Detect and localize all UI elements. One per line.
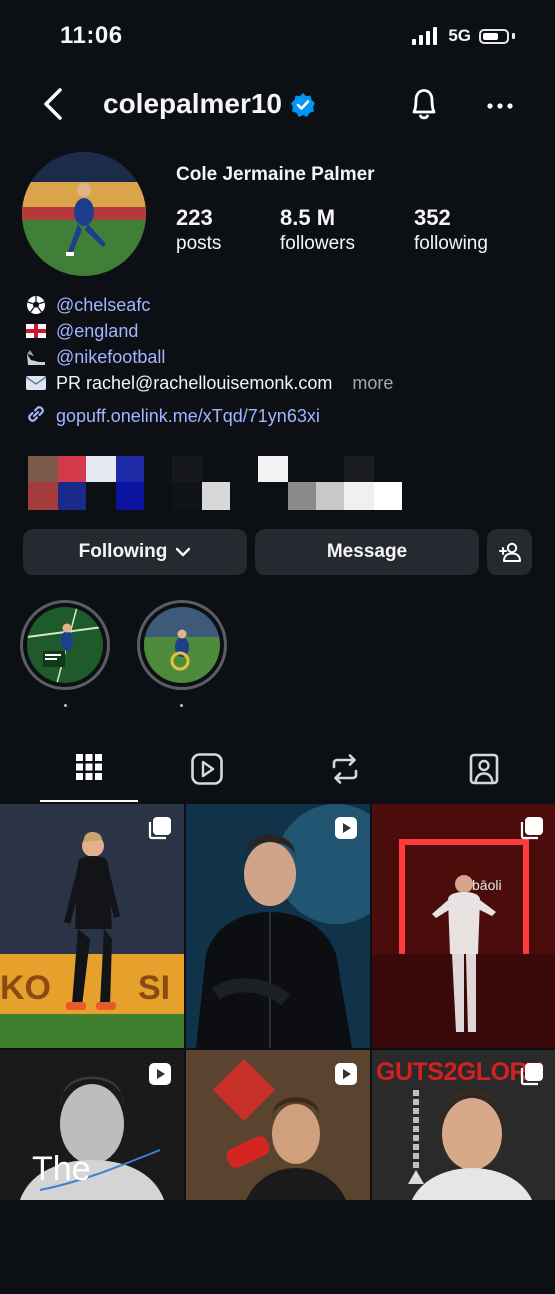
- signal-icon: [412, 27, 438, 45]
- posts-stat[interactable]: 223 posts: [176, 205, 221, 255]
- verified-badge-icon: [290, 92, 316, 123]
- reel-icon: [148, 1062, 172, 1091]
- carousel-icon: [148, 816, 172, 845]
- tab-posts-grid[interactable]: [40, 752, 138, 802]
- story-highlight-2[interactable]: [137, 600, 227, 690]
- status-time: 11:06: [60, 22, 123, 49]
- grid-icon: [74, 752, 104, 787]
- tab-reposts[interactable]: [296, 752, 394, 800]
- back-arrow-icon[interactable]: [40, 84, 68, 129]
- reel-icon: [334, 816, 358, 845]
- story-highlight-1[interactable]: [20, 600, 110, 690]
- status-bar: 11:06 5G: [0, 0, 555, 70]
- bio-line-nike: @nikefootball: [24, 344, 393, 370]
- svg-text:SI: SI: [138, 969, 170, 1007]
- followers-label: followers: [280, 233, 355, 254]
- highlight-thumbnail-2: [144, 607, 220, 683]
- profile-tabs: [0, 748, 555, 804]
- bio-mention-chelsea[interactable]: @chelseafc: [56, 292, 150, 318]
- tab-tagged[interactable]: [435, 752, 533, 800]
- following-button[interactable]: Following: [23, 529, 247, 575]
- post-thumbnail-5[interactable]: [186, 1050, 370, 1294]
- highlight-title-1: [64, 704, 67, 707]
- bio-external-link[interactable]: gopuff.onelink.me/xTqd/71yn63xi: [24, 402, 320, 431]
- post-thumbnail-1[interactable]: KO SI: [0, 804, 184, 1048]
- post-thumbnail-2[interactable]: [186, 804, 370, 1048]
- add-person-icon: [498, 541, 522, 563]
- profile-header: colepalmer10: [0, 80, 555, 130]
- bio: @chelseafc @england @nikefootball PR rac…: [24, 292, 393, 396]
- england-flag-icon: [24, 324, 48, 338]
- posts-label: posts: [176, 233, 222, 254]
- following-label: following: [414, 233, 488, 254]
- carousel-icon: [520, 1062, 544, 1091]
- bio-line-chelsea: @chelseafc: [24, 292, 393, 318]
- bio-line-england: @england: [24, 318, 393, 344]
- sneaker-icon: [24, 348, 48, 366]
- highlight-title-2: [180, 704, 183, 707]
- post-4-overlay-text: The: [32, 1150, 91, 1188]
- following-stat[interactable]: 352 following: [414, 205, 488, 255]
- full-name: Cole Jermaine Palmer: [176, 164, 375, 185]
- svg-text:KO: KO: [0, 969, 51, 1007]
- notification-bell-icon[interactable]: [408, 84, 440, 129]
- soccer-ball-icon: [24, 295, 48, 315]
- message-label: Message: [326, 541, 408, 562]
- post-thumbnail-3[interactable]: bāoli: [372, 804, 555, 1048]
- reposts-icon: [328, 752, 362, 791]
- link-icon: [24, 402, 48, 431]
- tab-reels[interactable]: [158, 752, 256, 800]
- header-username: colepalmer10: [103, 88, 282, 119]
- bio-more-link[interactable]: more: [352, 370, 393, 396]
- bio-link-text: gopuff.onelink.me/xTqd/71yn63xi: [56, 406, 320, 426]
- network-label: 5G: [448, 26, 471, 45]
- post-thumbnail-4[interactable]: The: [0, 1050, 184, 1294]
- bio-mention-nike[interactable]: @nikefootball: [56, 344, 165, 370]
- chevron-down-icon: [175, 546, 191, 558]
- following-count: 352: [414, 205, 451, 230]
- battery-icon: [479, 28, 509, 44]
- post-6-overlay-text: GUTS2GLORY: [376, 1058, 543, 1086]
- followers-count: 8.5 M: [280, 205, 336, 230]
- status-icons: 5G: [412, 26, 515, 46]
- tagged-icon: [467, 752, 501, 791]
- more-options-icon[interactable]: [485, 86, 515, 127]
- suggested-users-button[interactable]: [487, 529, 532, 575]
- post-thumbnail-6[interactable]: GUTS2GLORY: [372, 1050, 555, 1294]
- bio-mention-england[interactable]: @england: [56, 318, 138, 344]
- posts-count: 223: [176, 205, 213, 230]
- followers-stat[interactable]: 8.5 M followers: [280, 205, 355, 255]
- reels-icon: [190, 752, 224, 791]
- reel-icon: [334, 1062, 358, 1091]
- svg-text:bāoli: bāoli: [472, 877, 502, 893]
- envelope-icon: [24, 375, 48, 391]
- highlight-thumbnail-1: [27, 607, 103, 683]
- message-button[interactable]: Message: [255, 529, 479, 575]
- carousel-icon: [520, 816, 544, 845]
- bio-pr-email: PR rachel@rachellouisemonk.com: [56, 373, 333, 393]
- following-label: Following: [78, 541, 168, 562]
- bio-line-pr: PR rachel@rachellouisemonk.com more: [24, 370, 393, 396]
- profile-avatar[interactable]: [22, 152, 146, 276]
- battery-tip: [512, 33, 515, 39]
